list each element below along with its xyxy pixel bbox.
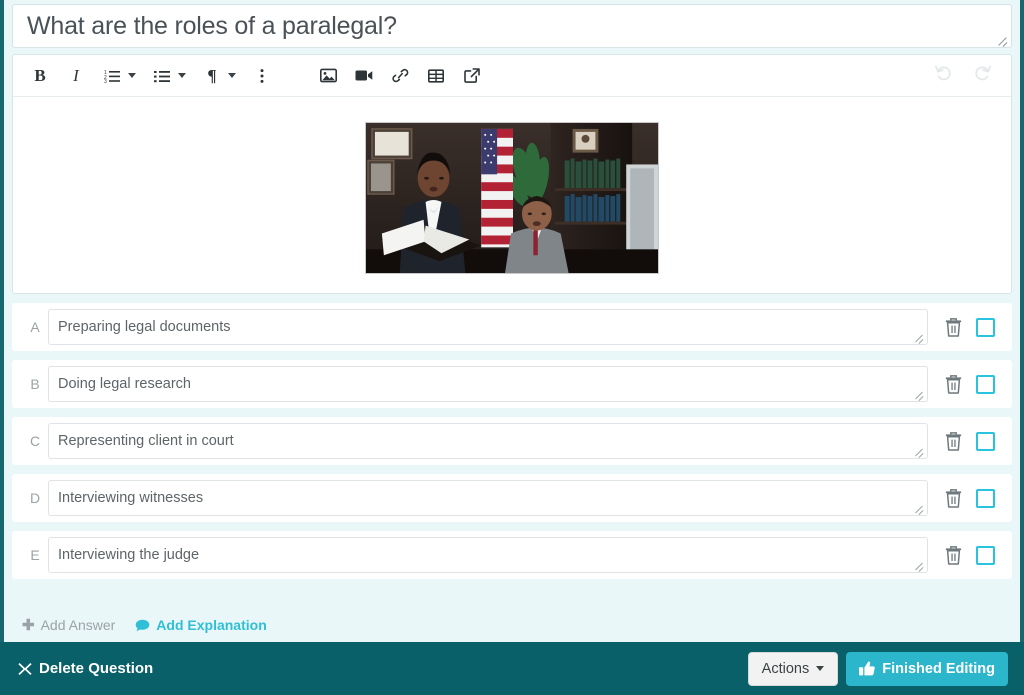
title-resize-handle[interactable] bbox=[995, 32, 1009, 46]
undo-icon[interactable] bbox=[935, 65, 954, 86]
redo-icon[interactable] bbox=[972, 65, 991, 86]
toolbar-history-group bbox=[935, 65, 991, 86]
link-icon[interactable] bbox=[387, 61, 413, 91]
answer-resize-handle[interactable] bbox=[912, 444, 925, 457]
rich-text-editor: B I 1 2 3 ¶ bbox=[12, 54, 1012, 294]
correct-answer-checkbox[interactable] bbox=[968, 431, 1002, 451]
answer-text: Interviewing witnesses bbox=[58, 490, 204, 506]
correct-answer-checkbox[interactable] bbox=[968, 374, 1002, 394]
add-answer-button[interactable]: ✚ Add Answer bbox=[22, 617, 115, 633]
answer-actions-bar: ✚ Add Answer Add Explanation bbox=[4, 608, 1020, 642]
answer-text-input[interactable]: Preparing legal documents bbox=[48, 309, 928, 345]
thumbs-up-icon bbox=[859, 661, 875, 676]
question-image[interactable] bbox=[365, 122, 659, 274]
editor-content-area[interactable] bbox=[13, 97, 1011, 293]
delete-answer-icon[interactable] bbox=[938, 545, 968, 565]
actions-label: Actions bbox=[761, 660, 810, 677]
answers-list: A Preparing legal documents B Doing lega… bbox=[4, 294, 1020, 608]
more-options-icon[interactable] bbox=[249, 61, 275, 91]
answer-resize-handle[interactable] bbox=[912, 387, 925, 400]
answer-text: Preparing legal documents bbox=[58, 319, 231, 335]
answer-text: Representing client in court bbox=[58, 433, 234, 449]
close-x-icon bbox=[18, 662, 32, 676]
answer-text: Doing legal research bbox=[58, 376, 191, 392]
delete-question-label: Delete Question bbox=[39, 660, 154, 677]
correct-answer-checkbox[interactable] bbox=[968, 545, 1002, 565]
answer-row: B Doing legal research bbox=[12, 360, 1012, 408]
bold-button[interactable]: B bbox=[27, 61, 53, 91]
answer-text-input[interactable]: Interviewing the judge bbox=[48, 537, 928, 573]
delete-answer-icon[interactable] bbox=[938, 317, 968, 337]
editor-footer: Delete Question Actions Finished Editing bbox=[0, 642, 1024, 695]
paragraph-format-dropdown[interactable] bbox=[225, 61, 239, 91]
answer-letter: E bbox=[30, 547, 40, 563]
plus-icon: ✚ bbox=[22, 616, 35, 634]
add-explanation-label: Add Explanation bbox=[156, 617, 267, 633]
answer-text: Interviewing the judge bbox=[58, 547, 200, 563]
answer-text-input[interactable]: Doing legal research bbox=[48, 366, 928, 402]
answer-text-input[interactable]: Interviewing witnesses bbox=[48, 480, 928, 516]
table-icon[interactable] bbox=[423, 61, 449, 91]
video-icon[interactable] bbox=[351, 61, 377, 91]
unordered-list-icon[interactable] bbox=[149, 61, 175, 91]
answer-row: E Interviewing the judge bbox=[12, 531, 1012, 579]
svg-text:3: 3 bbox=[104, 79, 107, 83]
unordered-list-dropdown[interactable] bbox=[175, 61, 189, 91]
answer-row: C Representing client in court bbox=[12, 417, 1012, 465]
italic-button[interactable]: I bbox=[63, 61, 89, 91]
answer-resize-handle[interactable] bbox=[912, 501, 925, 514]
finished-editing-label: Finished Editing bbox=[882, 660, 995, 677]
ordered-list-dropdown[interactable] bbox=[125, 61, 139, 91]
question-title-field[interactable]: What are the roles of a paralegal? bbox=[12, 4, 1012, 48]
image-icon[interactable] bbox=[315, 61, 341, 91]
editor-toolbar: B I 1 2 3 ¶ bbox=[13, 55, 1011, 97]
answer-letter: A bbox=[30, 319, 40, 335]
answer-row: D Interviewing witnesses bbox=[12, 474, 1012, 522]
add-explanation-button[interactable]: Add Explanation bbox=[135, 617, 267, 633]
actions-dropdown-button[interactable]: Actions bbox=[747, 651, 839, 686]
answer-resize-handle[interactable] bbox=[912, 558, 925, 571]
finished-editing-button[interactable]: Finished Editing bbox=[846, 651, 1008, 686]
question-title-text: What are the roles of a paralegal? bbox=[27, 12, 397, 40]
comment-icon bbox=[135, 619, 150, 632]
paragraph-format-icon[interactable]: ¶ bbox=[199, 61, 225, 91]
add-answer-label: Add Answer bbox=[40, 617, 116, 633]
chevron-down-icon bbox=[816, 666, 825, 671]
answer-letter: C bbox=[29, 433, 41, 449]
question-editor-panel: What are the roles of a paralegal? B I 1… bbox=[0, 0, 1024, 695]
ordered-list-icon[interactable]: 1 2 3 bbox=[99, 61, 125, 91]
delete-answer-icon[interactable] bbox=[938, 374, 968, 394]
answer-row: A Preparing legal documents bbox=[12, 303, 1012, 351]
answer-letter: B bbox=[30, 376, 40, 392]
answer-text-input[interactable]: Representing client in court bbox=[48, 423, 928, 459]
correct-answer-checkbox[interactable] bbox=[968, 488, 1002, 508]
answer-letter: D bbox=[29, 490, 41, 506]
delete-answer-icon[interactable] bbox=[938, 431, 968, 451]
embed-icon[interactable] bbox=[459, 61, 485, 91]
delete-question-button[interactable]: Delete Question bbox=[18, 660, 153, 677]
delete-answer-icon[interactable] bbox=[938, 488, 968, 508]
correct-answer-checkbox[interactable] bbox=[968, 317, 1002, 337]
answer-resize-handle[interactable] bbox=[912, 330, 925, 343]
